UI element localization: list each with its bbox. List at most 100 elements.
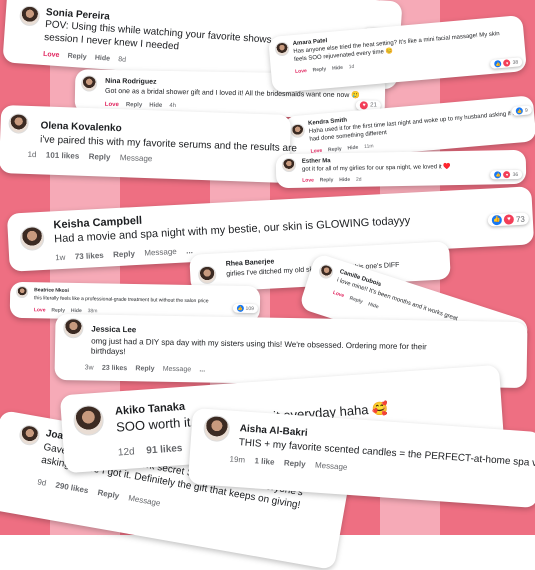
heart-icon: ♥ bbox=[503, 59, 511, 67]
reply-link[interactable]: Reply bbox=[135, 365, 154, 372]
love-link[interactable]: Love bbox=[295, 68, 307, 75]
timestamp: 1d bbox=[348, 63, 355, 71]
more-options[interactable]: ... bbox=[199, 366, 205, 373]
comment-actions: 1w 73 likes Reply Message ... bbox=[54, 246, 200, 263]
reply-link[interactable]: Reply bbox=[113, 249, 135, 259]
reaction-count: 73 bbox=[515, 214, 526, 224]
comment-text: Haha used it for the first time last nig… bbox=[308, 110, 515, 143]
like-icon: 👍 bbox=[491, 214, 503, 226]
avatar bbox=[317, 262, 335, 281]
commenter-name: Nina Rodriguez bbox=[105, 77, 157, 86]
avatar bbox=[202, 414, 231, 443]
comment-actions: Love Reply Hide 2d bbox=[302, 177, 366, 184]
like-count: 101 likes bbox=[45, 150, 80, 161]
more-options[interactable]: ... bbox=[186, 246, 193, 255]
message-link[interactable]: Message bbox=[163, 366, 192, 373]
like-count: 91 likes bbox=[145, 443, 183, 457]
timestamp: 11m bbox=[363, 143, 374, 151]
avatar bbox=[197, 265, 217, 285]
reaction-badge[interactable]: 👍 109 bbox=[232, 303, 258, 314]
timestamp: 38m bbox=[87, 308, 98, 315]
commenter-name: Beatrice Nkosi bbox=[34, 287, 69, 294]
like-count: 1 like bbox=[254, 456, 275, 467]
timestamp: 9d bbox=[36, 477, 48, 488]
commenter-name: Jessica Lee bbox=[91, 324, 137, 335]
reply-link[interactable]: Reply bbox=[126, 102, 142, 108]
avatar bbox=[19, 225, 45, 252]
hide-link[interactable]: Hide bbox=[71, 308, 82, 314]
love-link[interactable]: Love bbox=[105, 102, 119, 108]
reaction-count: 109 bbox=[245, 305, 254, 312]
love-link[interactable]: Love bbox=[332, 290, 345, 299]
reply-link[interactable]: Reply bbox=[312, 66, 326, 73]
reaction-count: 9 bbox=[524, 107, 529, 114]
comment-actions: 1d 101 likes Reply Message bbox=[27, 150, 159, 164]
comment-card: Esther Ma got it for all of my girlies f… bbox=[275, 149, 527, 189]
reply-link[interactable]: Reply bbox=[88, 152, 110, 162]
comment-text: Got one as a bridal shower gift and I lo… bbox=[104, 87, 361, 100]
reply-link[interactable]: Reply bbox=[320, 177, 334, 183]
avatar bbox=[281, 157, 297, 173]
like-count: 23 likes bbox=[101, 364, 128, 373]
reaction-badge[interactable]: 👍 ♥ 73 bbox=[487, 212, 530, 227]
avatar bbox=[290, 123, 306, 139]
timestamp: 2d bbox=[355, 176, 362, 183]
reply-link[interactable]: Reply bbox=[97, 488, 120, 501]
heart-icon: ♥ bbox=[503, 214, 515, 225]
hide-link[interactable]: Hide bbox=[95, 55, 111, 63]
heart-icon: ♥ bbox=[360, 101, 369, 110]
avatar bbox=[63, 318, 84, 339]
like-icon: 👍 bbox=[236, 304, 244, 312]
reaction-count: 38 bbox=[512, 59, 519, 66]
timestamp: 8d bbox=[117, 56, 127, 64]
love-link[interactable]: Love bbox=[43, 51, 60, 59]
comment-actions: 19m 1 like Reply Message bbox=[229, 455, 355, 473]
reply-link[interactable]: Reply bbox=[67, 53, 87, 61]
comment-text: Has anyone else tried the heat setting? … bbox=[293, 31, 500, 63]
message-link[interactable]: Message bbox=[315, 461, 348, 472]
comment-text: omg just had a DIY spa day with my siste… bbox=[90, 336, 427, 357]
like-count: 73 likes bbox=[74, 250, 104, 262]
hide-link[interactable]: Hide bbox=[339, 177, 350, 183]
reply-link[interactable]: Reply bbox=[284, 458, 306, 468]
avatar bbox=[274, 41, 290, 57]
like-icon: 👍 bbox=[494, 59, 502, 68]
hide-link[interactable]: Hide bbox=[149, 103, 162, 109]
timestamp: 12d bbox=[117, 446, 136, 459]
avatar bbox=[16, 285, 29, 299]
comment-card: Olena Kovalenko i've paired this with my… bbox=[0, 104, 297, 184]
reply-link[interactable]: Reply bbox=[349, 295, 364, 305]
reply-link[interactable]: Reply bbox=[51, 308, 65, 314]
timestamp: 3w bbox=[84, 364, 94, 372]
avatar bbox=[72, 404, 105, 437]
reaction-badge[interactable]: 👍 ♥ 36 bbox=[490, 169, 523, 180]
comment-text: got it for all of my girlies for our spa… bbox=[301, 164, 451, 173]
reaction-count: 21 bbox=[370, 102, 377, 109]
reaction-badge[interactable]: 👍 ♥ 38 bbox=[490, 57, 523, 69]
comment-text: this literally feels like a professional… bbox=[33, 295, 209, 305]
love-link[interactable]: Love bbox=[302, 178, 314, 184]
message-link[interactable]: Message bbox=[128, 493, 162, 508]
commenter-name: Esther Ma bbox=[301, 158, 331, 165]
like-icon: 👍 bbox=[515, 107, 524, 115]
commenter-name: Olena Kovalenko bbox=[40, 120, 122, 135]
hide-link[interactable]: Hide bbox=[367, 301, 379, 310]
timestamp: 1w bbox=[54, 252, 66, 263]
avatar bbox=[81, 75, 98, 92]
like-icon: 👍 bbox=[494, 171, 502, 179]
reaction-badge[interactable]: 👍 9 bbox=[511, 105, 533, 117]
comment-actions: Love Reply Hide 1d bbox=[295, 63, 359, 75]
timestamp: 19m bbox=[229, 454, 246, 465]
commenter-name: Aisha Al-Bakri bbox=[239, 423, 308, 439]
timestamp: 1d bbox=[27, 149, 37, 160]
hide-link[interactable]: Hide bbox=[332, 65, 343, 72]
heart-icon: ♥ bbox=[503, 171, 511, 179]
comment-actions: 3w 23 likes Reply Message ... bbox=[85, 364, 212, 373]
love-link[interactable]: Love bbox=[34, 307, 46, 313]
commenter-name: Rhea Banerjee bbox=[225, 258, 275, 268]
reaction-count: 36 bbox=[512, 171, 519, 178]
avatar bbox=[8, 113, 29, 134]
message-link[interactable]: Message bbox=[144, 247, 177, 258]
timestamp: 4h bbox=[169, 102, 177, 110]
message-link[interactable]: Message bbox=[120, 153, 153, 163]
